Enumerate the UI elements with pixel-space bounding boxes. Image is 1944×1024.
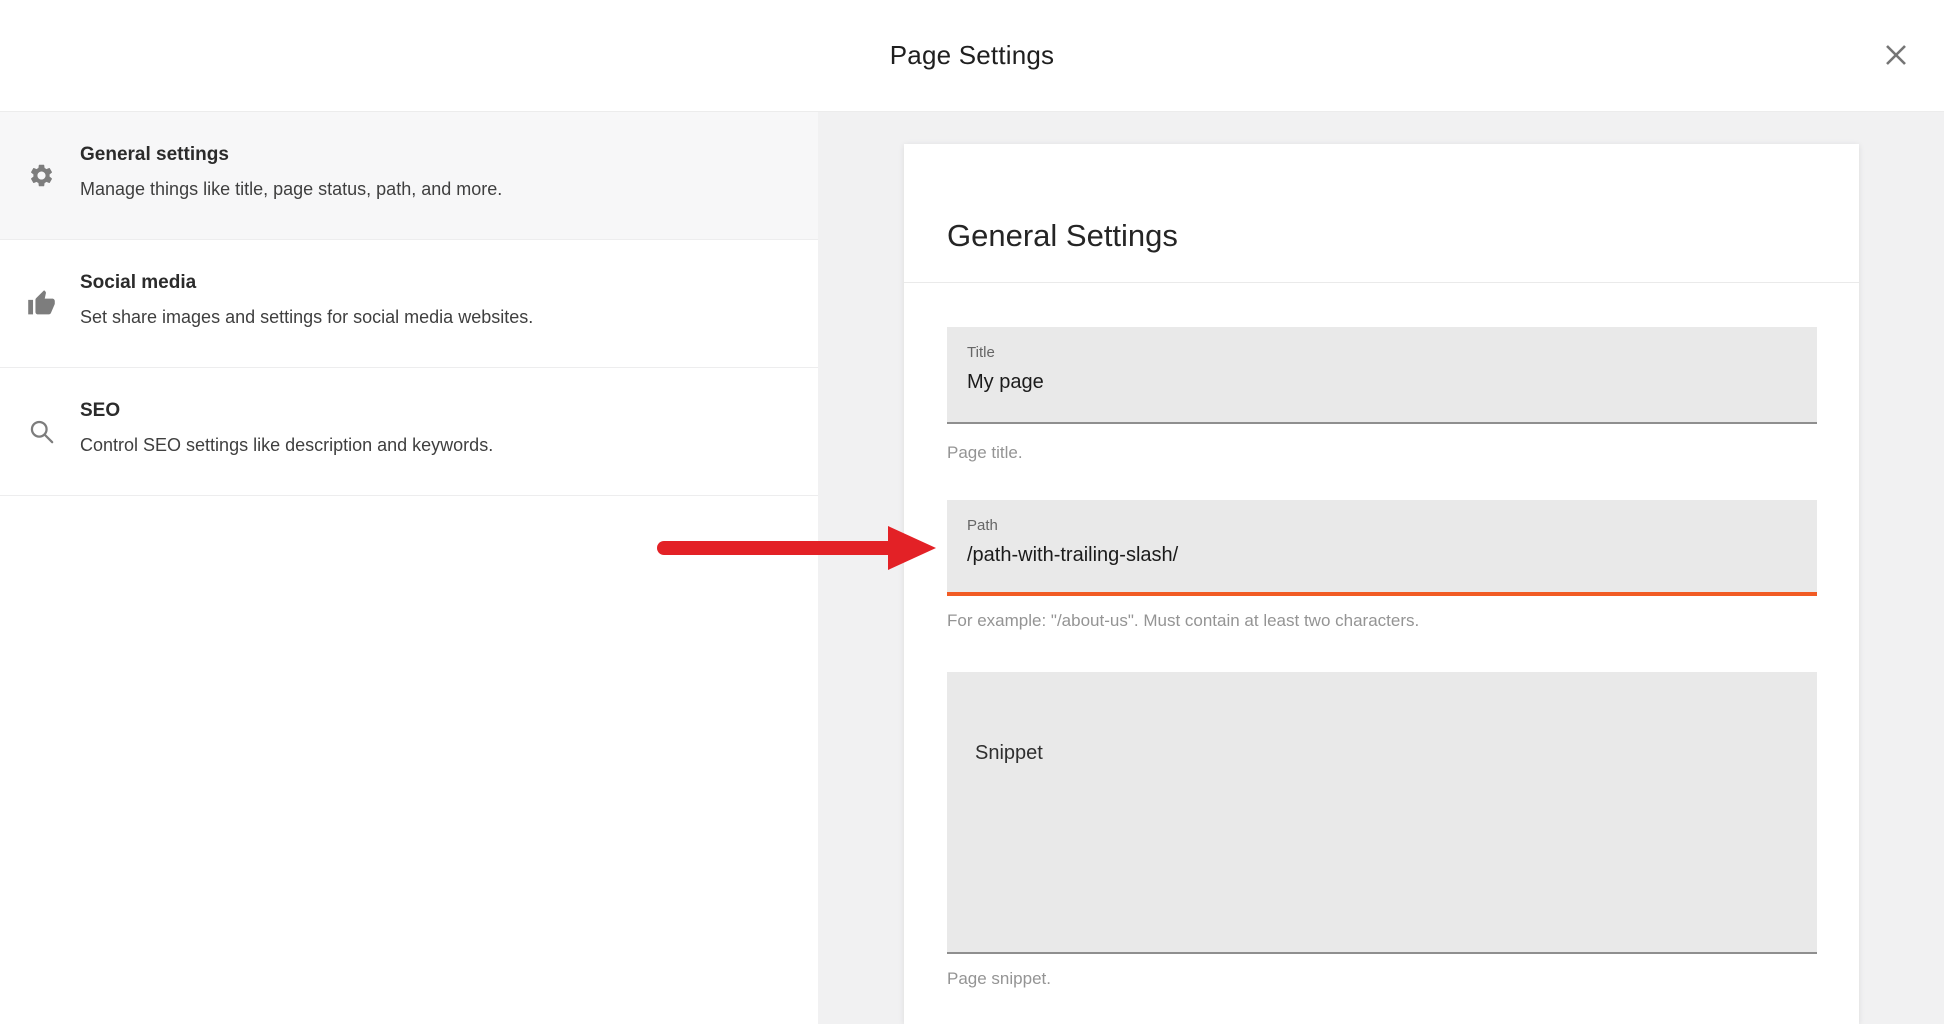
page-title: Page Settings — [890, 40, 1055, 71]
snippet-field-label: Snippet — [975, 740, 1797, 766]
sidebar-item-title: General settings — [80, 142, 788, 168]
snippet-field[interactable]: Snippet — [947, 672, 1817, 954]
snippet-field-helper: Page snippet. — [947, 969, 1817, 989]
card-body: Title My page Page title. Path /path-wit… — [904, 327, 1859, 989]
general-settings-card: General Settings Title My page Page titl… — [904, 144, 1859, 1024]
path-field-label: Path — [967, 517, 1797, 535]
path-field-helper: For example: "/about-us". Must contain a… — [947, 611, 1817, 631]
sidebar-item-title: SEO — [80, 398, 788, 424]
settings-content: General Settings Title My page Page titl… — [818, 112, 1944, 1024]
settings-sidebar: General settings Manage things like titl… — [0, 112, 818, 1024]
sidebar-item-title: Social media — [80, 270, 788, 296]
path-field-value: /path-with-trailing-slash/ — [967, 542, 1797, 568]
sidebar-item-description: Manage things like title, page status, p… — [80, 177, 788, 201]
sidebar-item-description: Set share images and settings for social… — [80, 305, 788, 329]
close-button[interactable] — [1880, 39, 1912, 71]
sidebar-item-seo[interactable]: SEO Control SEO settings like descriptio… — [0, 368, 818, 496]
search-icon — [26, 417, 56, 447]
sidebar-item-general-settings[interactable]: General settings Manage things like titl… — [0, 112, 818, 240]
card-header: General Settings — [904, 144, 1859, 283]
title-field-helper: Page title. — [947, 443, 1817, 463]
section-heading: General Settings — [947, 217, 1816, 255]
gear-icon — [26, 161, 56, 191]
modal-header: Page Settings — [0, 0, 1944, 112]
close-icon — [1880, 39, 1912, 71]
title-field[interactable]: Title My page — [947, 327, 1817, 424]
sidebar-item-description: Control SEO settings like description an… — [80, 433, 788, 457]
modal-body: General settings Manage things like titl… — [0, 112, 1944, 1024]
thumbs-up-icon — [26, 289, 56, 319]
title-field-label: Title — [967, 344, 1797, 362]
title-field-value: My page — [967, 369, 1797, 395]
sidebar-item-social-media[interactable]: Social media Set share images and settin… — [0, 240, 818, 368]
path-field[interactable]: Path /path-with-trailing-slash/ — [947, 500, 1817, 596]
